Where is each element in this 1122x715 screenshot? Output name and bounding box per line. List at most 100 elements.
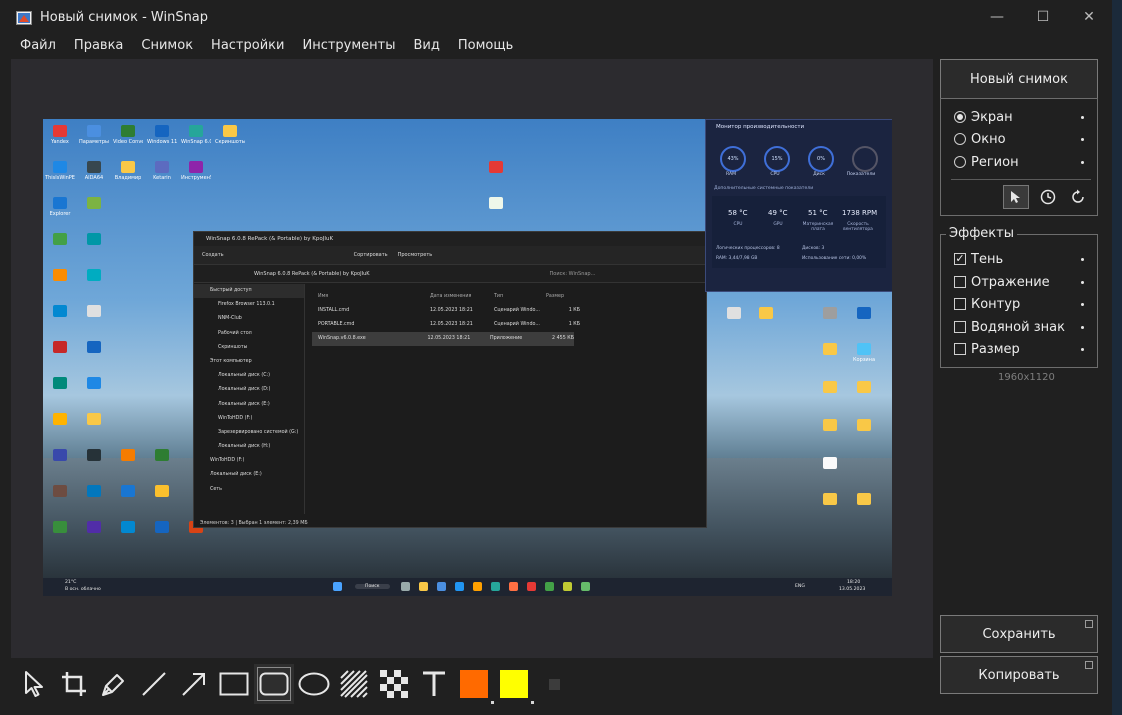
hatch-icon: [340, 670, 368, 698]
menu-view[interactable]: Вид: [405, 36, 449, 56]
repeat-capture-button[interactable]: [1065, 185, 1091, 209]
secondary-color-button[interactable]: [494, 664, 534, 704]
desktop-icon: [489, 161, 503, 173]
pen-tool[interactable]: [94, 664, 134, 704]
desktop-icon: [155, 125, 169, 137]
mode-window[interactable]: Окно: [954, 129, 1084, 149]
primary-color-button[interactable]: [454, 664, 494, 704]
save-options-icon[interactable]: [1085, 620, 1093, 628]
explorer-toolbar: Создать Сортировать Просмотреть: [194, 246, 706, 265]
close-button[interactable]: ✕: [1066, 0, 1112, 34]
desktop-icon: [53, 125, 67, 137]
taskbar-app-icon: [401, 582, 410, 591]
desktop-icon: [87, 521, 101, 533]
desktop-icon: [53, 341, 67, 353]
copy-options-icon[interactable]: [1085, 661, 1093, 669]
sidebar-item: WinToHDD (F:): [218, 415, 253, 421]
desktop-icon: [155, 521, 169, 533]
include-cursor-button[interactable]: [1003, 185, 1029, 209]
file-list-header: Имя Дата изменения Тип Размер: [312, 290, 702, 304]
effect-options-dot[interactable]: [1081, 325, 1084, 329]
copy-button[interactable]: Копировать: [940, 656, 1098, 694]
effect-shadow[interactable]: ✓ Тень: [954, 249, 1084, 269]
sidebar-item: Локальный диск (E:): [210, 472, 262, 478]
mode-options-dot[interactable]: [1081, 137, 1084, 141]
sidebar-item: WinToHDD (F:): [210, 458, 245, 464]
radio-screen[interactable]: [954, 111, 966, 123]
menu-settings[interactable]: Настройки: [202, 36, 293, 56]
refresh-icon: [1072, 189, 1084, 203]
pixelate-tool[interactable]: [374, 664, 414, 704]
minimize-button[interactable]: —: [974, 0, 1020, 34]
checkbox-watermark[interactable]: [954, 321, 966, 333]
checkbox-outline[interactable]: [954, 298, 966, 310]
mode-options-dot[interactable]: [1081, 160, 1084, 164]
sidebar-item: Локальный диск (C:): [218, 373, 271, 379]
checkbox-shadow[interactable]: ✓: [954, 253, 966, 265]
rectangle-tool[interactable]: [214, 664, 254, 704]
new-snapshot-button[interactable]: Новый снимок: [940, 59, 1098, 98]
effect-options-dot[interactable]: [1081, 257, 1084, 261]
radio-window[interactable]: [954, 133, 966, 145]
radio-region[interactable]: [954, 156, 966, 168]
line-width-button[interactable]: [534, 664, 574, 704]
save-button[interactable]: Сохранить: [940, 615, 1098, 653]
desktop-icon: [53, 413, 67, 425]
file-date: 12.05.2023 18:21: [430, 322, 473, 327]
desktop-icon: [857, 419, 871, 431]
mode-region[interactable]: Регион: [954, 152, 1084, 172]
mode-options-dot[interactable]: [1081, 115, 1084, 119]
gauge-ram: 43%: [720, 146, 746, 172]
desktop-icon: [53, 197, 67, 209]
menu-help[interactable]: Помощь: [449, 36, 522, 56]
file-name: INSTALL.cmd: [318, 308, 350, 313]
sidebar-item: NNM-Club: [218, 316, 242, 322]
desktop-icon: [87, 341, 101, 353]
gauge-label: Показатели: [846, 172, 876, 177]
line-tool[interactable]: [134, 664, 174, 704]
desktop-icon-label: Скриншоты: [215, 139, 245, 145]
effect-resize[interactable]: Размер: [954, 339, 1084, 359]
gauge-disk: 0%: [808, 146, 834, 172]
explorer-sidebar: Быстрый доступ Firefox Browser 113.0.1 N…: [194, 284, 305, 514]
effect-options-dot[interactable]: [1081, 280, 1084, 284]
maximize-button[interactable]: ☐: [1020, 0, 1066, 34]
sidebar-item: Локальный диск (D:): [218, 387, 271, 393]
pointer-tool[interactable]: [14, 664, 54, 704]
timer-button[interactable]: [1035, 185, 1061, 209]
effect-options-dot[interactable]: [1081, 302, 1084, 306]
metric-value: 49 °C: [768, 209, 788, 217]
hatch-tool[interactable]: [334, 664, 374, 704]
desktop-icon: [121, 125, 135, 137]
desktop-icon: [87, 449, 101, 461]
menu-file[interactable]: Файл: [11, 36, 65, 56]
effect-reflection[interactable]: Отражение: [954, 272, 1084, 292]
mode-screen[interactable]: Экран: [954, 107, 1084, 127]
image-size: 1960x1120: [998, 372, 1055, 383]
checkbox-resize[interactable]: [954, 343, 966, 355]
file-type: Сценарий Windo...: [494, 322, 540, 327]
captured-screenshot[interactable]: Yandex Параметры Video Converter Windows…: [43, 119, 892, 596]
checkbox-reflection[interactable]: [954, 276, 966, 288]
gauge-label: RAM: [725, 172, 737, 177]
menu-capture[interactable]: Снимок: [132, 36, 202, 56]
text-tool[interactable]: [414, 664, 454, 704]
gauge-label: Диск: [813, 172, 825, 177]
effect-options-dot[interactable]: [1081, 347, 1084, 351]
desktop-icon: [53, 377, 67, 389]
secondary-color-swatch: [500, 670, 534, 704]
effect-outline[interactable]: Контур: [954, 294, 1084, 314]
menu-edit[interactable]: Правка: [65, 36, 132, 56]
desktop-icon: [87, 377, 101, 389]
sidebar-item: Локальный диск (H:): [218, 444, 271, 450]
desktop-icon: [87, 269, 101, 281]
effect-watermark[interactable]: Водяной знак: [954, 317, 1084, 337]
arrow-tool[interactable]: [174, 664, 214, 704]
menu-tools[interactable]: Инструменты: [293, 36, 404, 56]
firefox-icon: [509, 582, 518, 591]
crop-tool[interactable]: [54, 664, 94, 704]
rounded-rectangle-tool[interactable]: [254, 664, 294, 704]
ellipse-tool[interactable]: [294, 664, 334, 704]
canvas-area[interactable]: Yandex Параметры Video Converter Windows…: [11, 59, 933, 658]
timer-icon: [1040, 189, 1056, 205]
